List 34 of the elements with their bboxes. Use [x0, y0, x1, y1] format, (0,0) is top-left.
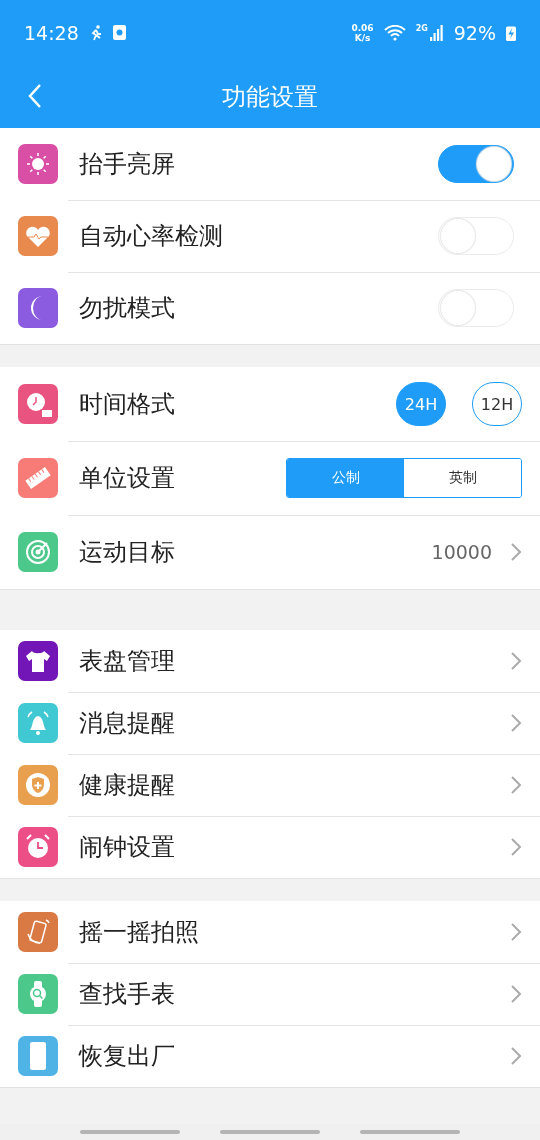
setting-label: 恢复出厂 [79, 1041, 176, 1072]
setting-label: 摇一摇拍照 [79, 917, 200, 948]
setting-label: 消息提醒 [79, 708, 176, 739]
setting-label: 单位设置 [79, 463, 176, 494]
chevron-right-icon [510, 651, 522, 671]
setting-label: 表盘管理 [79, 646, 176, 677]
setting-label: 时间格式 [79, 389, 176, 420]
page-title: 功能设置 [222, 81, 318, 113]
setting-label: 健康提醒 [79, 770, 176, 801]
chevron-right-icon [510, 542, 522, 562]
chevron-right-icon [510, 1046, 522, 1066]
app-notification-icon [112, 25, 126, 40]
chevron-right-icon [510, 837, 522, 857]
setting-label: 运动目标 [79, 537, 176, 568]
battery-charging-icon [506, 24, 516, 41]
status-time: 14:28 [24, 21, 79, 44]
setting-label: 查找手表 [79, 979, 176, 1010]
chevron-right-icon [510, 713, 522, 733]
chevron-right-icon [510, 775, 522, 795]
back-icon [27, 83, 43, 109]
chevron-right-icon [510, 922, 522, 942]
time-format-option[interactable]: 12H [472, 382, 522, 426]
setting-label: 勿扰模式 [79, 293, 176, 324]
setting-value: 10000 [431, 541, 492, 563]
setting-label: 抬手亮屏 [79, 149, 176, 180]
network-type: 2G [415, 24, 428, 33]
network-speed: 0.06 K/s [351, 22, 374, 43]
signal-icon [429, 24, 444, 41]
chevron-right-icon [510, 984, 522, 1004]
toggle-switch[interactable] [438, 145, 514, 183]
battery-level: 92% [453, 21, 496, 44]
setting-label: 自动心率检测 [79, 221, 224, 252]
setting-label: 闹钟设置 [79, 832, 176, 863]
wifi-icon [383, 24, 406, 41]
